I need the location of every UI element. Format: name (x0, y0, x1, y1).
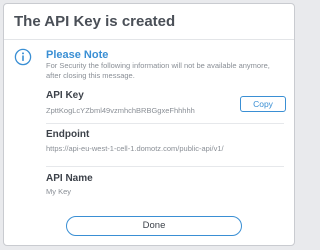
divider (46, 166, 284, 167)
note-text: For Security the following information w… (46, 61, 270, 80)
note-title: Please Note (46, 49, 109, 61)
api-name-value: My Key (46, 187, 72, 196)
dialog-header: The API Key is created (4, 4, 294, 40)
api-key-value: ZpttKogLcYZbml49vzmhchBRBGgxeFhhhhh (46, 106, 195, 115)
dialog-title: The API Key is created (14, 13, 176, 30)
divider (46, 123, 284, 124)
api-key-created-dialog: The API Key is created Please Note For S… (3, 3, 295, 246)
endpoint-value: https://api-eu-west-1-cell-1.domotz.com/… (46, 144, 224, 153)
endpoint-label: Endpoint (46, 129, 90, 140)
info-icon (14, 48, 32, 66)
api-name-label: API Name (46, 173, 93, 184)
api-key-label: API Key (46, 90, 84, 101)
done-button[interactable]: Done (66, 216, 242, 236)
copy-button[interactable]: Copy (240, 96, 286, 112)
